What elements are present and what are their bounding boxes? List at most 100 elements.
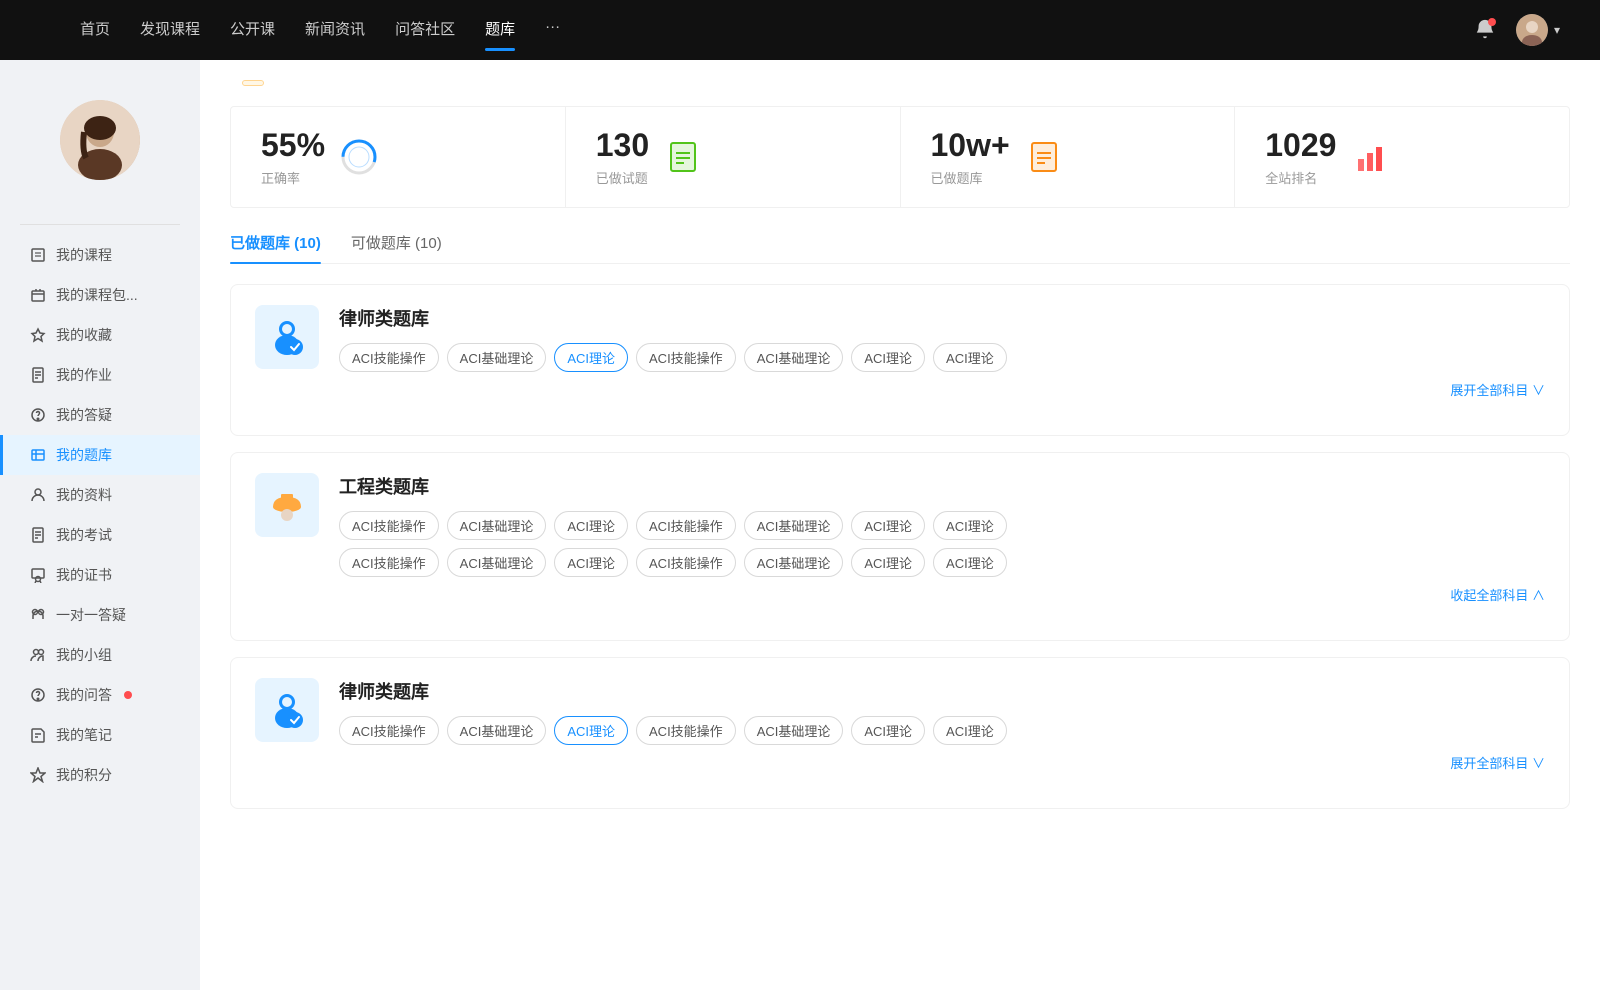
exam-icon: [30, 527, 46, 543]
sidebar-item-label: 我的笔记: [56, 725, 112, 745]
tags-row: ACI技能操作ACI基础理论ACI理论ACI技能操作ACI基础理论ACI理论AC…: [339, 716, 1545, 745]
sidebar-item-label: 我的答疑: [56, 405, 112, 425]
bank-title: 工程类题库: [339, 473, 1545, 499]
bank-tag[interactable]: ACI基础理论: [744, 511, 844, 540]
sidebar-item-我的资料[interactable]: 我的资料: [0, 475, 200, 515]
sidebar-item-label: 我的积分: [56, 765, 112, 785]
bank-tag[interactable]: ACI理论: [851, 343, 925, 372]
sidebar-item-我的课程[interactable]: 我的课程: [0, 235, 200, 275]
sidebar-item-我的笔记[interactable]: 我的笔记: [0, 715, 200, 755]
sidebar-item-我的考试[interactable]: 我的考试: [0, 515, 200, 555]
bank-tag[interactable]: ACI基础理论: [744, 343, 844, 372]
sidebar-item-我的证书[interactable]: 我的证书: [0, 555, 200, 595]
bank-tag[interactable]: ACI技能操作: [339, 716, 439, 745]
sidebar-item-我的积分[interactable]: 我的积分: [0, 755, 200, 795]
bank-tag[interactable]: ACI技能操作: [636, 343, 736, 372]
bank-tag[interactable]: ACI基础理论: [447, 716, 547, 745]
stat-icon-doc-green: [665, 139, 701, 175]
tab-可做题库 (10)[interactable]: 可做题库 (10): [351, 232, 442, 263]
bank-tag[interactable]: ACI理论: [554, 511, 628, 540]
bank-header: 律师类题库 ACI技能操作ACI基础理论ACI理论ACI技能操作ACI基础理论A…: [255, 678, 1545, 772]
collapse-link[interactable]: 收起全部科目 ∧: [339, 585, 1545, 604]
sidebar-item-我的小组[interactable]: 我的小组: [0, 635, 200, 675]
profile-avatar: [60, 100, 140, 180]
nav-item-首页[interactable]: 首页: [80, 18, 110, 43]
bank-icon-lawyer: [255, 678, 319, 742]
bank-tag[interactable]: ACI基础理论: [447, 548, 547, 577]
bank-icon-lawyer: [255, 305, 319, 369]
bank-tag[interactable]: ACI基础理论: [447, 511, 547, 540]
bank-tag[interactable]: ACI基础理论: [744, 716, 844, 745]
bank-header: 工程类题库 ACI技能操作ACI基础理论ACI理论ACI技能操作ACI基础理论A…: [255, 473, 1545, 604]
stat-item-全站排名: 1029 全站排名: [1235, 107, 1569, 207]
bank-icon-engineer: [255, 473, 319, 537]
bank-icon: [30, 447, 46, 463]
tags-row: ACI技能操作ACI基础理论ACI理论ACI技能操作ACI基础理论ACI理论AC…: [339, 343, 1545, 372]
bank-tag[interactable]: ACI技能操作: [636, 548, 736, 577]
bank-tag[interactable]: ACI理论: [554, 343, 628, 372]
tabs: 已做题库 (10) 可做题库 (10): [230, 232, 1570, 264]
star-icon: [30, 327, 46, 343]
bank-tag[interactable]: ACI基础理论: [744, 548, 844, 577]
main-content: 55% 正确率 130 已做试题 10w+ 已做题库 1029 全站排名 已做题…: [200, 60, 1600, 990]
nav-item-···[interactable]: ···: [545, 18, 560, 43]
question-icon: [30, 407, 46, 423]
homework-icon: [30, 367, 46, 383]
stat-value: 130: [596, 127, 649, 164]
sidebar-item-我的作业[interactable]: 我的作业: [0, 355, 200, 395]
avatar: [1516, 14, 1548, 46]
bank-tag[interactable]: ACI技能操作: [339, 548, 439, 577]
sidebar-item-我的课程包...[interactable]: 我的课程包...: [0, 275, 200, 315]
bank-tag[interactable]: ACI理论: [554, 548, 628, 577]
banks-container: 律师类题库 ACI技能操作ACI基础理论ACI理论ACI技能操作ACI基础理论A…: [230, 284, 1570, 809]
nav-item-发现课程[interactable]: 发现课程: [140, 18, 200, 43]
sidebar-item-label: 我的小组: [56, 645, 112, 665]
bank-tag[interactable]: ACI技能操作: [636, 716, 736, 745]
bank-tag[interactable]: ACI理论: [933, 343, 1007, 372]
group-icon: [30, 647, 46, 663]
bank-tag[interactable]: ACI理论: [933, 716, 1007, 745]
stat-label: 正确率: [261, 168, 325, 187]
notification-bell[interactable]: [1474, 18, 1496, 43]
nav-item-公开课[interactable]: 公开课: [230, 18, 275, 43]
bank-tag[interactable]: ACI技能操作: [339, 511, 439, 540]
sidebar-item-label: 我的证书: [56, 565, 112, 585]
layout: 我的课程 我的课程包... 我的收藏 我的作业 我的答疑 我的题库 我的资料 我…: [0, 60, 1600, 990]
nav-item-问答社区[interactable]: 问答社区: [395, 18, 455, 43]
bank-tag[interactable]: ACI理论: [933, 548, 1007, 577]
sidebar-item-我的题库[interactable]: 我的题库: [0, 435, 200, 475]
tab-已做题库 (10)[interactable]: 已做题库 (10): [230, 232, 321, 263]
bank-card-2: 律师类题库 ACI技能操作ACI基础理论ACI理论ACI技能操作ACI基础理论A…: [230, 657, 1570, 809]
main-nav: 首页 发现课程 公开课 新闻资讯 问答社区 题库 ···: [80, 18, 560, 43]
bank-tag[interactable]: ACI理论: [933, 511, 1007, 540]
stat-value: 1029: [1265, 127, 1336, 164]
trial-badge: [242, 80, 264, 86]
header: 首页 发现课程 公开课 新闻资讯 问答社区 题库 ··· ▾: [0, 0, 1600, 60]
bank-tag[interactable]: ACI技能操作: [636, 511, 736, 540]
nav-item-新闻资讯[interactable]: 新闻资讯: [305, 18, 365, 43]
course-icon: [30, 247, 46, 263]
bank-title: 律师类题库: [339, 678, 1545, 704]
sidebar-item-我的收藏[interactable]: 我的收藏: [0, 315, 200, 355]
bank-tag[interactable]: ACI理论: [851, 511, 925, 540]
nav-item-题库[interactable]: 题库: [485, 18, 515, 43]
bank-tag[interactable]: ACI理论: [554, 716, 628, 745]
bank-tag[interactable]: ACI技能操作: [339, 343, 439, 372]
bank-info: 工程类题库 ACI技能操作ACI基础理论ACI理论ACI技能操作ACI基础理论A…: [339, 473, 1545, 604]
sidebar-item-我的问答[interactable]: 我的问答: [0, 675, 200, 715]
sidebar-item-一对一答疑[interactable]: 一对一答疑: [0, 595, 200, 635]
bank-tag[interactable]: ACI理论: [851, 716, 925, 745]
note-icon: [30, 727, 46, 743]
sidebar-item-我的答疑[interactable]: 我的答疑: [0, 395, 200, 435]
sidebar-item-label: 我的资料: [56, 485, 112, 505]
sidebar-item-label: 我的问答: [56, 685, 112, 705]
bank-tag[interactable]: ACI基础理论: [447, 343, 547, 372]
user-avatar-wrap[interactable]: ▾: [1516, 14, 1560, 46]
expand-link[interactable]: 展开全部科目 ∨: [339, 753, 1545, 772]
sidebar-divider-1: [20, 224, 180, 225]
header-right: ▾: [1454, 14, 1560, 46]
expand-link[interactable]: 展开全部科目 ∨: [339, 380, 1545, 399]
bank-tag[interactable]: ACI理论: [851, 548, 925, 577]
sidebar: 我的课程 我的课程包... 我的收藏 我的作业 我的答疑 我的题库 我的资料 我…: [0, 60, 200, 990]
sidebar-item-label: 一对一答疑: [56, 605, 126, 625]
